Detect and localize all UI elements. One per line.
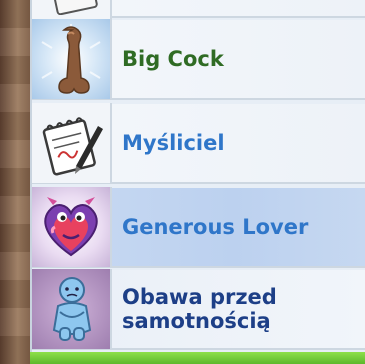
partial-trait-icon [32,0,112,20]
trait-row-partial[interactable] [32,0,365,20]
game-ui-screen: Big Cock Myśliciel Generous Lover Obawa … [0,0,365,364]
trait-row-mysliciel[interactable]: Myśliciel [32,103,365,184]
lonely-figure-icon [32,269,112,349]
trait-label: Obawa przed samotnością [122,285,277,333]
wood-background [0,0,32,364]
bottom-highlight-bar [30,352,365,364]
trait-row-big-cock[interactable]: Big Cock [32,19,365,100]
trait-label: Big Cock [122,47,224,71]
trait-label: Myśliciel [122,131,225,155]
trait-row-generous-lover[interactable]: Generous Lover [32,187,365,268]
cock-icon [32,19,112,99]
trait-label: Generous Lover [122,215,309,239]
notepad-pen-icon [32,103,112,183]
trait-row-obawa[interactable]: Obawa przed samotnością [32,269,365,350]
traits-panel: Big Cock Myśliciel Generous Lover Obawa … [30,0,365,364]
heart-monster-icon [32,187,112,267]
